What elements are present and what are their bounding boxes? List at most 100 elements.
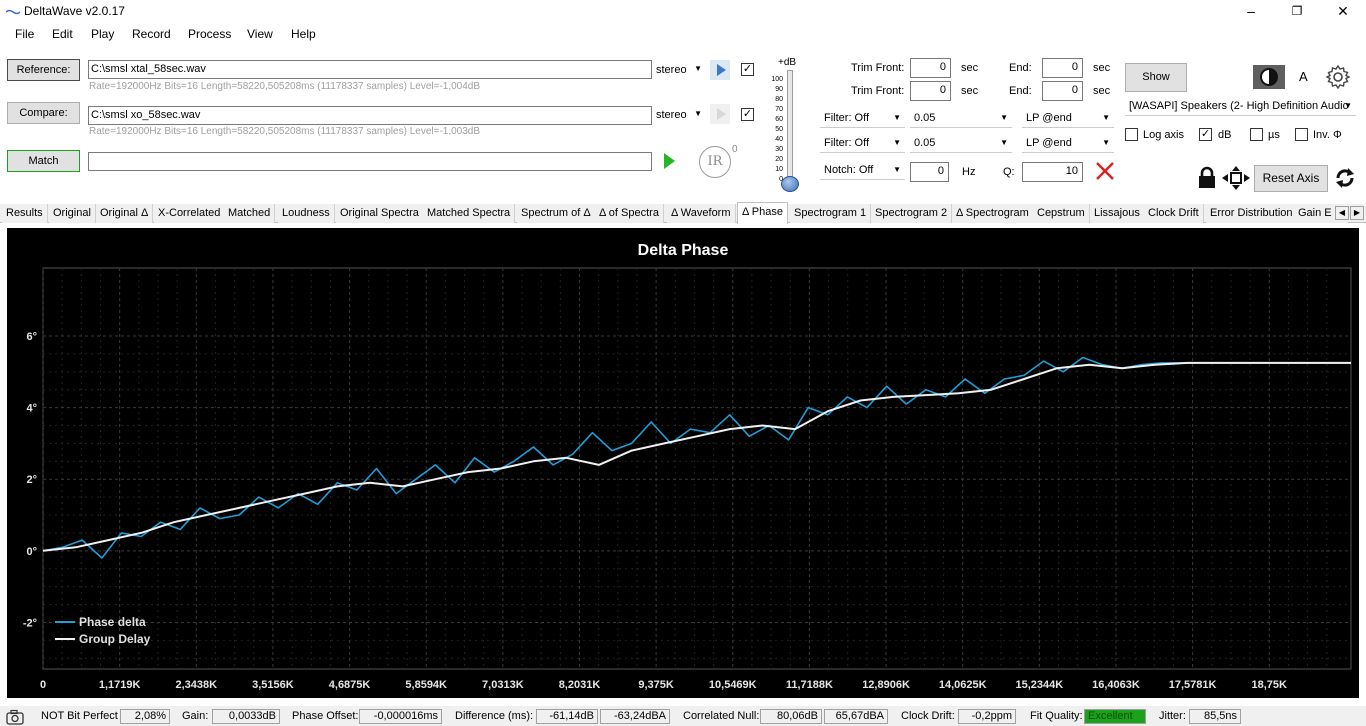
db-checkbox[interactable]: ✓ [1199,128,1212,141]
filter-value-2: Filter: Off [824,137,870,149]
trim-end-unit-2: sec [1093,85,1111,97]
lock-button[interactable] [1196,166,1218,190]
difference-db-value: -61,14dB [536,709,598,724]
compare-checkbox[interactable]: ✓ [741,108,754,121]
output-device-select[interactable]: [WASAPI] Speakers (2- High Definition Au… [1125,98,1356,116]
tab-delta-phase[interactable]: Δ Phase [737,202,788,224]
level-slider-thumb[interactable] [781,176,799,192]
contrast-button[interactable] [1253,65,1285,89]
tab-scroll-right-button[interactable]: ▶ [1350,206,1364,220]
tab-error-distribution[interactable]: Error Distribution [1206,204,1298,223]
menu-edit[interactable]: Edit [52,27,73,41]
ir-button[interactable]: IR [699,146,731,178]
reset-axis-button[interactable]: Reset Axis [1254,165,1328,192]
reference-path-input[interactable]: C:\smsl xtal_58sec.wav [88,60,652,79]
tab-delta-of-spectra[interactable]: Δ of Spectra [595,204,664,223]
app-icon [6,9,20,15]
tab-cepstrum[interactable]: Cepstrum [1033,204,1090,223]
tab-strip: Results Original Original Δ X-Correlated… [0,202,1366,224]
filter-freq-select[interactable]: 0.05 ▼ [910,110,1012,128]
lp-select-2[interactable]: LP @end ▼ [1022,135,1114,153]
compare-channel-select[interactable]: stereo ▼ [656,109,706,123]
notch-freq-input[interactable]: 0 [910,162,949,182]
inv-phase-checkbox[interactable] [1295,128,1308,141]
level-tick: 10 [775,166,783,173]
tab-original-spectra[interactable]: Original Spectra [336,204,424,223]
trim-end-input-2[interactable]: 0 [1042,81,1083,101]
tab-delta-waveform[interactable]: Δ Waveform [667,204,736,223]
chevron-down-icon: ▼ [1000,138,1008,147]
tab-matched[interactable]: Matched [224,204,276,223]
show-button[interactable]: Show [1125,63,1187,92]
trim-front-input-2[interactable]: 0 [910,81,951,101]
tab-delta-spectrogram[interactable]: Δ Spectrogram [952,204,1034,223]
settings-button[interactable] [1325,64,1351,90]
refresh-button[interactable] [1333,166,1357,190]
level-tick: 30 [775,146,783,153]
menu-file[interactable]: File [15,27,34,41]
lp-select[interactable]: LP @end ▼ [1022,110,1114,128]
gain-value: 0,0033dB [212,709,280,724]
chart-title: Delta Phase [638,242,729,259]
play-compare-button[interactable] [710,104,730,124]
reference-channel-select[interactable]: stereo ▼ [656,64,706,78]
tab-x-correlated[interactable]: X-Correlated [154,204,226,223]
reference-checkbox[interactable]: ✓ [741,63,754,76]
tab-lissajous[interactable]: Lissajous [1090,204,1145,223]
minimize-button[interactable]: – [1228,0,1274,24]
notch-select[interactable]: Notch: Off ▼ [820,162,905,180]
tab-results[interactable]: Results [2,204,48,223]
filter-select-2[interactable]: Filter: Off ▼ [820,135,905,153]
fit-quality-value: Excellent [1084,709,1146,724]
play-reference-button[interactable] [710,60,730,80]
tab-matched-spectra[interactable]: Matched Spectra [423,204,516,223]
x-tick-label: 9,375K [638,679,674,691]
pan-button[interactable] [1222,166,1250,190]
font-size-button[interactable]: A [1299,69,1308,84]
reference-button[interactable]: Reference: [7,59,80,81]
tab-original-delta[interactable]: Original Δ [96,204,154,223]
log-axis-checkbox[interactable] [1125,128,1138,141]
filter-freq-value-2: 0.05 [914,137,936,149]
tab-spectrogram-2[interactable]: Spectrogram 2 [871,204,953,223]
compare-button[interactable]: Compare: [7,102,80,124]
menu-view[interactable]: View [247,27,273,41]
x-tick-label: 8,2031K [559,679,601,691]
trim-end-input[interactable]: 0 [1042,58,1083,78]
menu-process[interactable]: Process [188,27,231,41]
menu-record[interactable]: Record [132,27,171,41]
y-tick-label: 4° [26,403,37,415]
tab-scroll-left-button[interactable]: ◀ [1335,206,1349,220]
clear-notch-button[interactable] [1094,160,1116,182]
play-icon [717,108,726,120]
level-tick: 100 [771,76,783,83]
chevron-down-icon: ▼ [694,64,702,73]
filter-freq-select-2[interactable]: 0.05 ▼ [910,135,1012,153]
menu-help[interactable]: Help [291,27,316,41]
trim-front-input[interactable]: 0 [910,58,951,78]
tab-spectrogram-1[interactable]: Spectrogram 1 [790,204,872,223]
y-axis-ticks: 6° 4° 2° 0° -2° [23,331,37,629]
us-checkbox[interactable] [1250,128,1263,141]
delta-phase-chart[interactable]: 6° 4° 2° 0° -2° 0 1,1719K 2,3438K 3,5156K 4,6875… [7,228,1359,698]
level-slider-track[interactable] [787,70,793,186]
compare-path-input[interactable]: C:\smsl xo_58sec.wav [88,106,652,125]
camera-icon[interactable] [6,709,24,725]
tab-loudness[interactable]: Loudness [278,204,335,223]
filter-select[interactable]: Filter: Off ▼ [820,110,905,128]
tab-original[interactable]: Original [49,204,96,223]
chevron-down-icon: ▼ [1102,138,1110,147]
maximize-button[interactable]: ❐ [1274,0,1320,24]
phase-offset-value: -0,000016ms [359,709,442,724]
tab-clock-drift[interactable]: Clock Drift [1144,204,1204,223]
notch-q-input[interactable]: 10 [1022,162,1083,182]
filter-value: Filter: Off [824,112,870,124]
inv-phase-label: Inv. Φ [1313,129,1342,141]
match-button[interactable]: Match [7,150,80,172]
close-button[interactable]: ✕ [1320,0,1366,24]
tab-spectrum-of-delta[interactable]: Spectrum of Δ [517,204,596,223]
menu-play[interactable]: Play [91,27,114,41]
match-play-button[interactable] [659,151,679,171]
correlated-null-db-value: 80,06dB [760,709,822,724]
chevron-down-icon: ▼ [1102,113,1110,122]
